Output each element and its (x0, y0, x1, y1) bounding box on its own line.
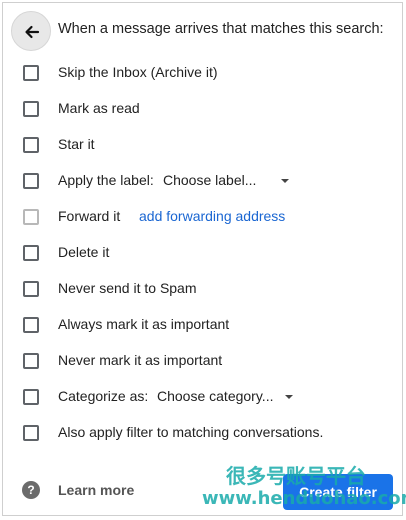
never-spam-label: Never send it to Spam (58, 280, 197, 296)
categorize-checkbox[interactable] (23, 389, 39, 405)
filter-actions-panel: When a message arrives that matches this… (2, 2, 403, 516)
skip-inbox-checkbox[interactable] (23, 65, 39, 81)
always-important-checkbox[interactable] (23, 317, 39, 333)
header-instruction: When a message arrives that matches this… (58, 21, 384, 37)
option-apply-label: Apply the label: Choose label... (3, 166, 402, 196)
categorize-label: Categorize as: (58, 388, 149, 404)
category-dropdown-value: Choose category... (157, 388, 274, 404)
filter-header: When a message arrives that matches this… (3, 3, 402, 51)
delete-checkbox[interactable] (23, 245, 39, 261)
always-important-label: Always mark it as important (58, 316, 230, 332)
delete-label: Delete it (58, 244, 110, 260)
label-dropdown[interactable]: Choose label... (163, 172, 293, 188)
apply-label-label: Apply the label: (58, 172, 154, 188)
mark-read-label: Mark as read (58, 100, 140, 116)
never-important-checkbox[interactable] (23, 353, 39, 369)
create-filter-button[interactable]: Create filter (283, 474, 393, 510)
option-delete: Delete it (3, 238, 402, 268)
category-dropdown[interactable]: Choose category... (157, 388, 297, 404)
caret-down-icon (285, 395, 293, 399)
label-dropdown-value: Choose label... (163, 172, 257, 188)
option-also-apply: Also apply filter to matching conversati… (3, 418, 402, 448)
skip-inbox-label: Skip the Inbox (Archive it) (58, 64, 218, 80)
also-apply-label: Also apply filter to matching conversati… (58, 424, 324, 440)
star-label: Star it (58, 136, 95, 152)
learn-more-link[interactable]: Learn more (58, 482, 134, 498)
also-apply-checkbox[interactable] (23, 425, 39, 441)
add-forwarding-address-link[interactable]: add forwarding address (139, 208, 285, 224)
option-mark-read: Mark as read (3, 94, 402, 124)
option-never-spam: Never send it to Spam (3, 274, 402, 304)
option-never-important: Never mark it as important (3, 346, 402, 376)
star-checkbox[interactable] (23, 137, 39, 153)
filter-footer: ? Learn more Create filter (3, 471, 402, 511)
back-button[interactable] (11, 11, 51, 51)
never-important-label: Never mark it as important (58, 352, 223, 368)
mark-read-checkbox[interactable] (23, 101, 39, 117)
apply-label-checkbox[interactable] (23, 173, 39, 189)
caret-down-icon (281, 179, 289, 183)
never-spam-checkbox[interactable] (23, 281, 39, 297)
option-always-important: Always mark it as important (3, 310, 402, 340)
forward-checkbox[interactable] (23, 209, 39, 225)
option-categorize: Categorize as: Choose category... (3, 382, 402, 412)
option-forward: Forward it add forwarding address (3, 202, 402, 232)
help-circle-icon[interactable]: ? (22, 481, 40, 499)
option-star: Star it (3, 130, 402, 160)
arrow-left-icon (25, 25, 40, 39)
forward-label: Forward it (58, 208, 121, 224)
option-skip-inbox: Skip the Inbox (Archive it) (3, 58, 402, 88)
